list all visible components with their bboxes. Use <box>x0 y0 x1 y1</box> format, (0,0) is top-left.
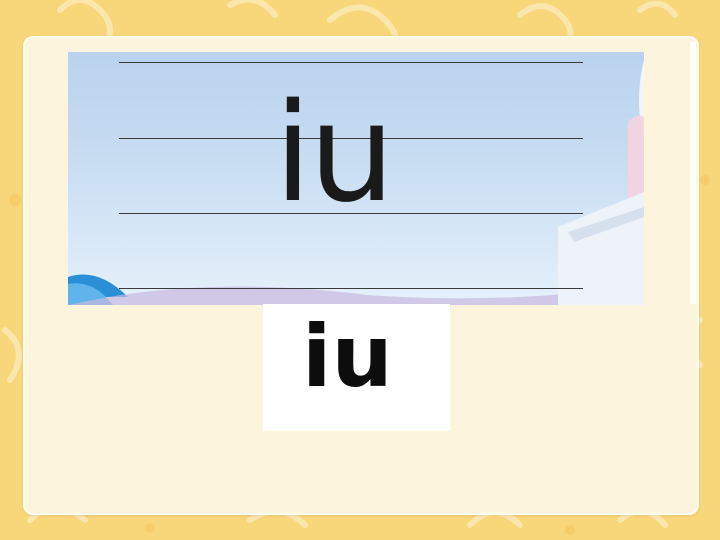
pinyin-answer-card: iu <box>263 304 450 431</box>
writing-board: iu <box>68 52 644 305</box>
ruled-line-4 <box>119 288 583 289</box>
pinyin-answer-text: iu <box>302 307 393 407</box>
ruled-line-1 <box>119 62 583 63</box>
pinyin-writing-text: iu <box>274 75 395 233</box>
card-right-edge <box>690 42 696 304</box>
